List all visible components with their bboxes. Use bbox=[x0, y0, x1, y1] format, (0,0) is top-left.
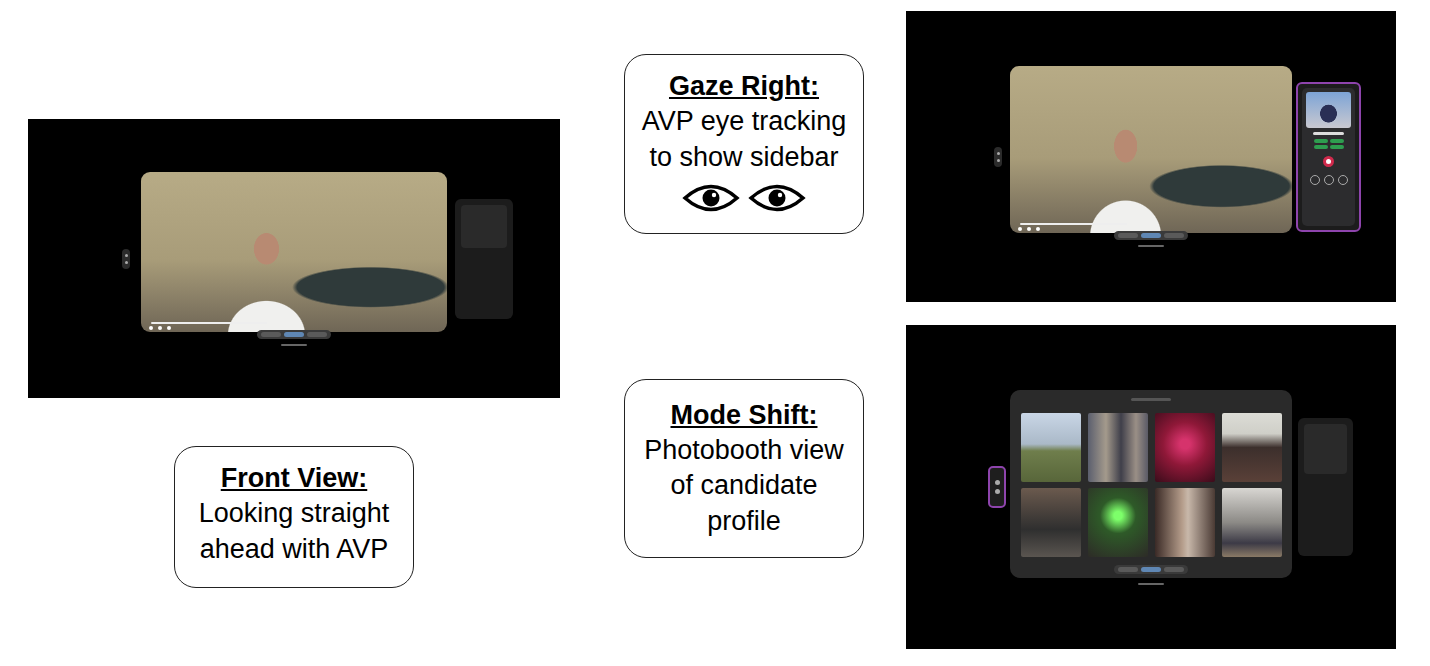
tab-segment[interactable] bbox=[261, 332, 281, 337]
playback-controls[interactable] bbox=[1018, 227, 1040, 231]
caption-line: of candidate bbox=[670, 468, 817, 504]
eye-icon bbox=[682, 181, 740, 215]
caption-line: profile bbox=[707, 504, 781, 540]
tag-pill bbox=[1330, 139, 1344, 143]
action-row bbox=[1310, 175, 1348, 185]
window-toolbar[interactable] bbox=[122, 249, 130, 269]
name-line bbox=[1313, 132, 1345, 135]
tab-segment[interactable] bbox=[1141, 567, 1161, 572]
toolbar-dot bbox=[125, 254, 128, 257]
vision-pro-view bbox=[28, 119, 560, 398]
sidebar-placeholder bbox=[1304, 424, 1347, 474]
action-icon[interactable] bbox=[1324, 175, 1334, 185]
profile-photo[interactable] bbox=[1021, 488, 1081, 557]
caption-line: to show sidebar bbox=[649, 140, 838, 176]
figure: Front View:Looking straightahead with AV… bbox=[0, 0, 1430, 649]
vision-pro-view bbox=[906, 325, 1396, 649]
tag-pill bbox=[1314, 139, 1328, 143]
toolbar-dot bbox=[997, 159, 1000, 162]
photo-grid bbox=[1021, 413, 1282, 557]
tag-pill bbox=[1314, 145, 1328, 149]
control-icon[interactable] bbox=[1018, 227, 1022, 231]
caption-line: Photobooth view bbox=[644, 433, 844, 469]
control-icon[interactable] bbox=[167, 326, 171, 330]
photobooth bbox=[1010, 390, 1292, 578]
sidebar[interactable] bbox=[1298, 418, 1353, 556]
window-grab-bar[interactable] bbox=[281, 344, 307, 346]
window-toolbar[interactable] bbox=[988, 466, 1006, 508]
profile-photo[interactable] bbox=[1155, 413, 1215, 482]
tab-bar[interactable] bbox=[1114, 231, 1188, 240]
action-icon[interactable] bbox=[1310, 175, 1320, 185]
sidebar[interactable] bbox=[455, 199, 513, 319]
sidebar-placeholder bbox=[461, 205, 507, 248]
action-icon[interactable] bbox=[1338, 175, 1348, 185]
caption-line: Looking straight bbox=[199, 496, 390, 532]
toolbar-dot bbox=[995, 489, 1000, 494]
progress-bar[interactable] bbox=[151, 322, 267, 324]
window-handle bbox=[1131, 398, 1171, 401]
tab-segment[interactable] bbox=[307, 332, 327, 337]
front-column: Front View:Looking straightahead with AV… bbox=[28, 0, 560, 588]
caption-box: Gaze Right:AVP eye trackingto show sideb… bbox=[624, 54, 864, 234]
caption-box: Mode Shift:Photobooth viewof candidatepr… bbox=[624, 379, 864, 558]
control-icon[interactable] bbox=[149, 326, 153, 330]
profile-photo[interactable] bbox=[1155, 488, 1215, 557]
tab-segment[interactable] bbox=[1141, 233, 1161, 238]
eyes-group bbox=[682, 181, 806, 215]
caption-title: Front View: bbox=[221, 461, 368, 496]
candidate-photo bbox=[1306, 92, 1351, 128]
window-grab-bar[interactable] bbox=[1138, 245, 1164, 247]
tag-row bbox=[1306, 139, 1351, 149]
tab-segment[interactable] bbox=[284, 332, 304, 337]
control-icon[interactable] bbox=[1027, 227, 1031, 231]
photobooth-window bbox=[1010, 390, 1292, 585]
candidate-card bbox=[1302, 88, 1355, 226]
tab-bar[interactable] bbox=[257, 330, 331, 339]
progress-bar[interactable] bbox=[1020, 223, 1127, 225]
vision-pro-view bbox=[906, 11, 1396, 302]
logo-icon bbox=[1323, 156, 1334, 167]
video-frame bbox=[1010, 66, 1292, 233]
tag-pill bbox=[1330, 145, 1344, 149]
tab-segment[interactable] bbox=[1164, 233, 1184, 238]
result-column bbox=[906, 0, 1396, 649]
tab-bar[interactable] bbox=[1114, 565, 1188, 574]
window-toolbar[interactable] bbox=[994, 147, 1002, 167]
control-icon[interactable] bbox=[1036, 227, 1040, 231]
window-grab-bar[interactable] bbox=[1138, 583, 1164, 585]
sidebar[interactable] bbox=[1296, 82, 1361, 232]
caption-box: Front View:Looking straightahead with AV… bbox=[174, 446, 414, 588]
tab-segment[interactable] bbox=[1118, 567, 1138, 572]
caption-line: AVP eye tracking bbox=[642, 104, 847, 140]
video-window bbox=[1010, 66, 1292, 247]
caption-column: Gaze Right:AVP eye trackingto show sideb… bbox=[624, 0, 864, 558]
video-frame bbox=[141, 172, 447, 332]
video-window bbox=[141, 172, 447, 346]
toolbar-dot bbox=[995, 480, 1000, 485]
toolbar-dot bbox=[125, 261, 128, 264]
profile-photo[interactable] bbox=[1222, 488, 1282, 557]
toolbar-dot bbox=[997, 152, 1000, 155]
tab-segment[interactable] bbox=[1118, 233, 1138, 238]
tab-segment[interactable] bbox=[1164, 567, 1184, 572]
caption-title: Mode Shift: bbox=[671, 398, 818, 433]
profile-photo[interactable] bbox=[1088, 488, 1148, 557]
caption-title: Gaze Right: bbox=[669, 69, 819, 104]
playback-controls[interactable] bbox=[149, 326, 171, 330]
profile-photo[interactable] bbox=[1222, 413, 1282, 482]
caption-line: ahead with AVP bbox=[200, 532, 389, 568]
control-icon[interactable] bbox=[158, 326, 162, 330]
profile-photo[interactable] bbox=[1021, 413, 1081, 482]
eye-icon bbox=[748, 181, 806, 215]
profile-photo[interactable] bbox=[1088, 413, 1148, 482]
